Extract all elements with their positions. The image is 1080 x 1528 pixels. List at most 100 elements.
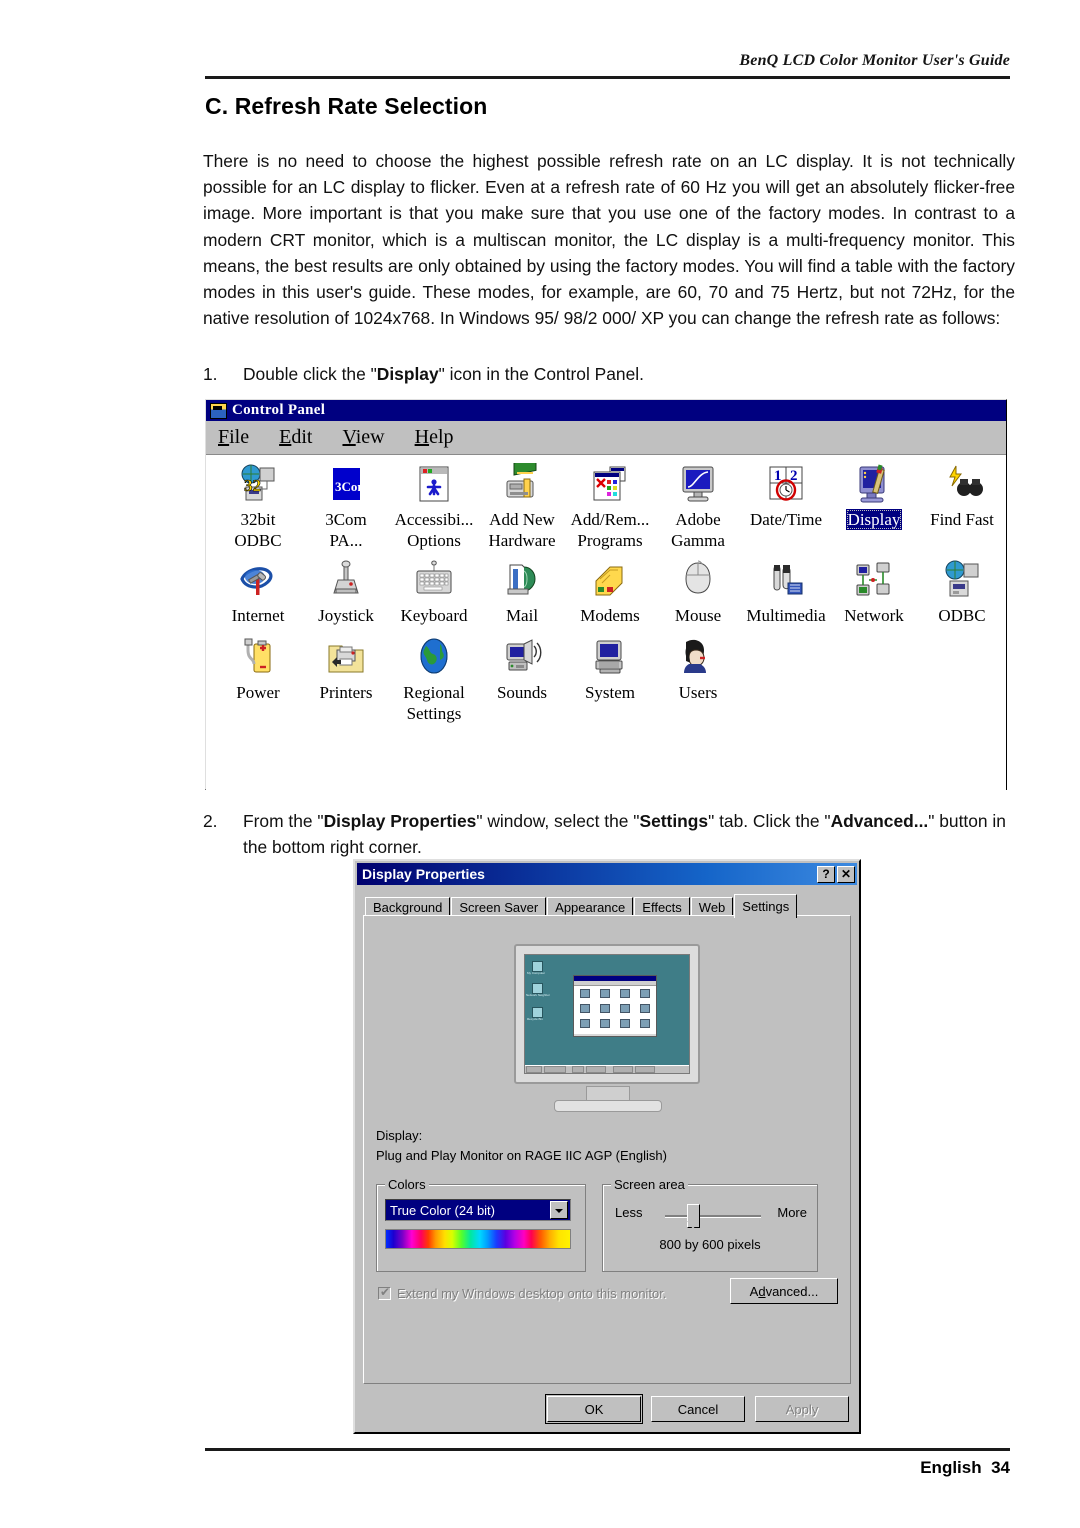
extend-desktop-label: Extend my Windows desktop onto this moni… — [397, 1286, 667, 1301]
header-rule — [205, 76, 1010, 79]
cp-label-2: ODBC — [234, 531, 282, 550]
step-1-pre: Double click the " — [243, 364, 377, 384]
cp-item-system[interactable]: System — [566, 636, 654, 724]
screen-area-group-title: Screen area — [611, 1177, 688, 1192]
cp-item-mail[interactable]: Mail — [478, 559, 566, 626]
cp-label: Power — [236, 683, 280, 702]
system-icon — [588, 636, 632, 680]
menu-item-view[interactable]: View — [342, 426, 384, 449]
cp-label-2: Hardware — [488, 531, 556, 550]
cp-item-adobe-gamma[interactable]: Adobe Gamma — [654, 463, 742, 551]
menu-item-help[interactable]: Help — [415, 426, 454, 449]
accessibility-icon — [412, 463, 456, 507]
menu-item-file[interactable]: File — [218, 426, 249, 449]
colors-group: Colors True Color (24 bit) — [376, 1177, 586, 1272]
resolution-slider-thumb[interactable] — [687, 1204, 700, 1229]
adobe-gamma-icon — [676, 463, 720, 507]
preview-window — [573, 975, 657, 1037]
dialog-title: Display Properties — [362, 866, 485, 882]
power-icon — [236, 636, 280, 680]
monitor-preview[interactable]: My Computer Network Neighbor Recycle Bin — [514, 944, 700, 1116]
display-icon — [852, 463, 896, 507]
cp-item-sounds[interactable]: Sounds — [478, 636, 566, 724]
dialog-tab-strip: Background Screen Saver Appearance Effec… — [365, 893, 859, 918]
cp-label: Find Fast — [930, 510, 994, 529]
cp-item-odbc[interactable]: ODBC — [918, 559, 1006, 626]
help-button[interactable]: ? — [817, 865, 835, 883]
cp-item-accessibility-options[interactable]: Accessibi... Options — [390, 463, 478, 551]
step-1: 1. Double click the "Display" icon in th… — [203, 361, 1015, 387]
cp-item-find-fast[interactable]: Find Fast — [918, 463, 1006, 551]
control-panel-title: Control Panel — [232, 402, 326, 418]
color-depth-select[interactable]: True Color (24 bit) — [385, 1199, 571, 1221]
internet-icon — [236, 559, 280, 603]
svg-text:32: 32 — [244, 476, 261, 495]
cp-item-power[interactable]: Power — [214, 636, 302, 724]
tab-background[interactable]: Background — [365, 897, 451, 917]
cp-label: Modems — [580, 606, 640, 625]
cp-label: Adobe — [675, 510, 721, 529]
cp-label-2: Gamma — [671, 531, 725, 550]
chevron-down-icon[interactable] — [550, 1201, 568, 1219]
display-adapter-value: Plug and Play Monitor on RAGE IIC AGP (E… — [376, 1148, 667, 1163]
resolution-slider-track[interactable] — [665, 1215, 761, 1218]
footer-rule — [205, 1448, 1010, 1451]
cp-item-add-remove-programs[interactable]: Add/Rem... Programs — [566, 463, 654, 551]
tab-effects[interactable]: Effects — [634, 897, 690, 917]
network-icon — [852, 559, 896, 603]
printers-icon — [324, 636, 368, 680]
advanced-button[interactable]: Advanced... — [730, 1278, 838, 1304]
cp-item-users[interactable]: Users — [654, 636, 742, 724]
cp-label-2: Settings — [406, 704, 462, 723]
monitor-base — [554, 1100, 662, 1112]
cp-item-date-time[interactable]: 1 2 Date/Time — [742, 463, 830, 551]
cp-label: Date/Time — [749, 510, 823, 529]
users-icon — [676, 636, 720, 680]
cp-item-multimedia[interactable]: Multimedia — [742, 559, 830, 626]
screen-area-group: Screen area Less More 800 by 600 pixels — [602, 1177, 818, 1272]
ok-button[interactable]: OK — [545, 1394, 643, 1424]
cp-item-3com-pa[interactable]: 3Com 3Com PA... — [302, 463, 390, 551]
cp-item-network[interactable]: Network — [830, 559, 918, 626]
menu-item-edit[interactable]: Edit — [279, 426, 312, 449]
cp-label: Internet — [231, 606, 285, 625]
cp-item-keyboard[interactable]: Keyboard — [390, 559, 478, 626]
cp-label: Network — [844, 606, 904, 625]
dialog-footer: OK Cancel Apply — [355, 1394, 849, 1424]
cp-item-internet[interactable]: Internet — [214, 559, 302, 626]
multimedia-icon — [764, 559, 808, 603]
control-panel-title-bar: Control Panel — [206, 400, 1006, 421]
tab-screen-saver[interactable]: Screen Saver — [451, 897, 547, 917]
cp-label: Multimedia — [746, 606, 826, 625]
cp-item-mouse[interactable]: Mouse — [654, 559, 742, 626]
tab-appearance[interactable]: Appearance — [547, 897, 634, 917]
monitor-bezel: My Computer Network Neighbor Recycle Bin — [514, 944, 700, 1084]
cp-item-printers[interactable]: Printers — [302, 636, 390, 724]
extend-desktop-checkbox-row[interactable]: Extend my Windows desktop onto this moni… — [378, 1285, 667, 1301]
extend-desktop-checkbox[interactable] — [378, 1285, 391, 1300]
color-spectrum-bar — [385, 1229, 571, 1249]
control-panel-row: 32 32bit ODBC 3Com 3Com PA... Accessibi.… — [206, 457, 1006, 551]
cp-label: Keyboard — [400, 606, 468, 625]
cp-item-add-new-hardware[interactable]: Add New Hardware — [478, 457, 566, 551]
step-2-p2: " window, select the " — [476, 811, 640, 831]
cp-item-regional-settings[interactable]: Regional Settings — [390, 636, 478, 724]
tab-settings[interactable]: Settings — [734, 894, 798, 918]
cp-label: 32bit — [240, 510, 276, 529]
cp-item-display[interactable]: Display — [830, 463, 918, 551]
cancel-button[interactable]: Cancel — [651, 1396, 745, 1422]
close-icon[interactable]: ✕ — [837, 865, 855, 883]
cp-item-joystick[interactable]: Joystick — [302, 559, 390, 626]
cp-item-32bit-odbc[interactable]: 32 32bit ODBC — [214, 463, 302, 551]
footer-language: English — [920, 1458, 982, 1477]
control-panel-window: Control Panel File Edit View Help 32 32b… — [205, 399, 1007, 790]
preview-taskbar — [525, 1065, 689, 1073]
cp-item-modems[interactable]: Modems — [566, 559, 654, 626]
keyboard-icon — [412, 559, 456, 603]
slider-less-label: Less — [615, 1205, 643, 1220]
control-panel-window-icon — [210, 402, 227, 419]
footer-page-number: 34 — [991, 1458, 1010, 1477]
tab-web[interactable]: Web — [690, 897, 734, 917]
apply-button: Apply — [755, 1396, 849, 1422]
cp-label: Users — [678, 683, 718, 702]
